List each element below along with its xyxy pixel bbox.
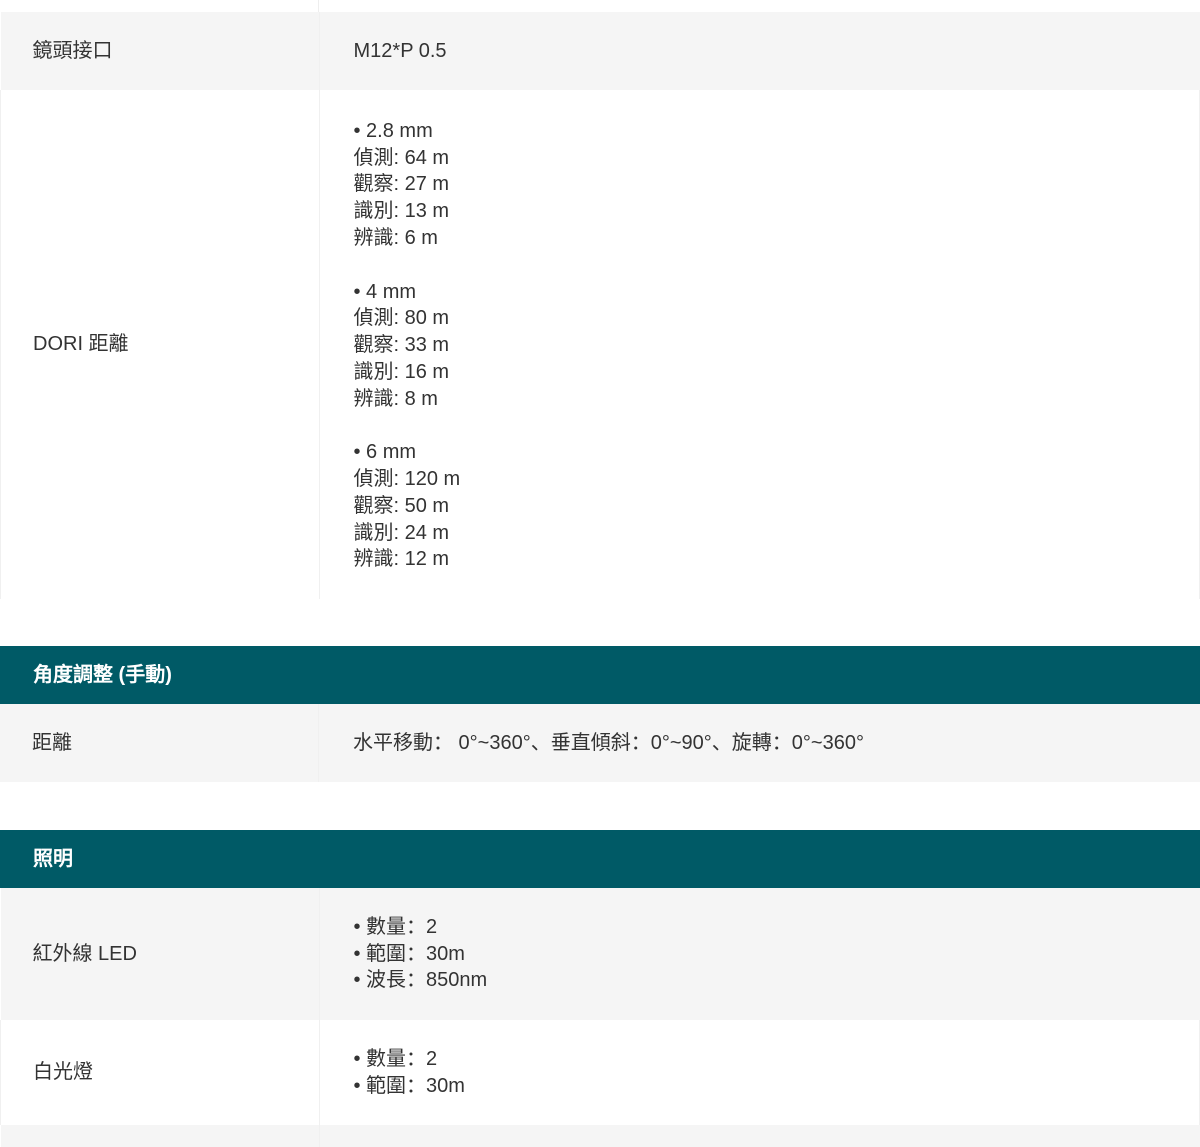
lens-spec-table: 鏡頭接口 M12*P 0.5 DORI 距離 • 2.8 mm 偵測: 64 m… (0, 12, 1200, 599)
spec-label: 紅外線 LED (1, 888, 320, 1020)
spec-label: 距離 (0, 704, 319, 782)
table-row: 白光燈 • 數量：2 • 範圍：30m (1, 1020, 1200, 1125)
spec-value: • 2.8 mm 偵測: 64 m 觀察: 27 m 識別: 13 m 辨識: … (319, 90, 1200, 599)
dori-block: • 4 mm 偵測: 80 m 觀察: 33 m 識別: 16 m 辨識: 8 … (354, 279, 1200, 413)
section-spacer (0, 599, 1200, 646)
table-row: 距離 水平移動： 0°~360°、垂直傾斜：0°~90°、旋轉：0°~360° (0, 704, 1200, 782)
top-strip (0, 0, 1200, 12)
dori-line: 識別: 24 m (354, 520, 1200, 547)
dori-block: • 2.8 mm 偵測: 64 m 觀察: 27 m 識別: 13 m 辨識: … (354, 118, 1200, 252)
spec-value: • 數量：2 • 範圍：30m (319, 1020, 1200, 1125)
spec-label (1, 1125, 320, 1147)
dori-line: 偵測: 80 m (354, 305, 1200, 332)
table-row (1, 1125, 1200, 1147)
spec-value: 水平移動： 0°~360°、垂直傾斜：0°~90°、旋轉：0°~360° (319, 704, 1200, 782)
dori-line: 識別: 16 m (354, 359, 1200, 386)
spec-label: DORI 距離 (1, 90, 320, 599)
dori-block-spacer (354, 252, 1200, 279)
top-strip-label-cell (0, 0, 318, 12)
section-header-lighting: 照明 (0, 830, 1200, 888)
dori-line: 辨識: 8 m (354, 386, 1200, 413)
dori-line: 觀察: 33 m (354, 332, 1200, 359)
spec-line: • 波長：850nm (354, 967, 1200, 994)
spec-label: 白光燈 (1, 1020, 320, 1125)
spec-value: • 數量：2 • 範圍：30m • 波長：850nm (319, 888, 1200, 1020)
dori-line: 偵測: 120 m (354, 466, 1200, 493)
spec-value (319, 1125, 1200, 1147)
dori-block: • 6 mm 偵測: 120 m 觀察: 50 m 識別: 24 m 辨識: 1… (354, 439, 1200, 573)
spec-line: • 範圍：30m (354, 1073, 1200, 1100)
dori-line: • 6 mm (354, 439, 1200, 466)
spec-label: 鏡頭接口 (1, 12, 320, 90)
spec-line: • 範圍：30m (354, 941, 1200, 968)
dori-line: 觀察: 27 m (354, 171, 1200, 198)
spec-value: M12*P 0.5 (319, 12, 1200, 90)
spec-line: • 數量：2 (354, 914, 1200, 941)
section-spacer (0, 782, 1200, 830)
dori-line: 觀察: 50 m (354, 493, 1200, 520)
table-row: 鏡頭接口 M12*P 0.5 (1, 12, 1200, 90)
dori-line: 辨識: 6 m (354, 225, 1200, 252)
dori-line: • 4 mm (354, 279, 1200, 306)
dori-line: 識別: 13 m (354, 198, 1200, 225)
section-header-angle: 角度調整 (手動) (0, 646, 1200, 704)
top-strip-value-cell (318, 0, 1200, 12)
dori-line: 偵測: 64 m (354, 145, 1200, 172)
table-row: DORI 距離 • 2.8 mm 偵測: 64 m 觀察: 27 m 識別: 1… (1, 90, 1200, 599)
dori-block-spacer (354, 412, 1200, 439)
lighting-spec-table: 紅外線 LED • 數量：2 • 範圍：30m • 波長：850nm 白光燈 •… (0, 888, 1200, 1147)
dori-line: • 2.8 mm (354, 118, 1200, 145)
angle-spec-table: 距離 水平移動： 0°~360°、垂直傾斜：0°~90°、旋轉：0°~360° (0, 704, 1200, 782)
spec-line: • 數量：2 (354, 1046, 1200, 1073)
dori-line: 辨識: 12 m (354, 546, 1200, 573)
table-row: 紅外線 LED • 數量：2 • 範圍：30m • 波長：850nm (1, 888, 1200, 1020)
